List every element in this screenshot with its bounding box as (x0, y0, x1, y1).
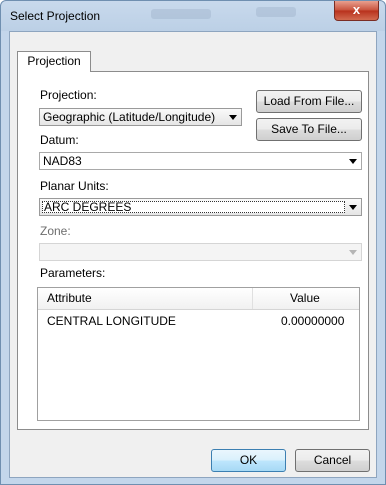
parameters-grid[interactable]: Attribute Value CENTRAL LONGITUDE 0.0000… (37, 287, 360, 421)
grid-header: Attribute Value (38, 288, 359, 310)
ok-button[interactable]: OK (211, 449, 286, 472)
row-value: 0.00000000 (281, 314, 345, 328)
projection-dropdown[interactable]: Geographic (Latitude/Longitude) (39, 108, 242, 126)
close-button[interactable]: x (334, 1, 379, 21)
cancel-button[interactable]: Cancel (295, 449, 370, 472)
table-row[interactable]: CENTRAL LONGITUDE 0.00000000 (38, 313, 359, 331)
datum-value: NAD83 (43, 154, 82, 168)
projection-value: Geographic (Latitude/Longitude) (43, 110, 216, 124)
column-header-value[interactable]: Value (290, 291, 320, 305)
zone-dropdown[interactable] (39, 243, 362, 261)
chevron-down-icon (349, 250, 357, 255)
tab-projection[interactable]: Projection (17, 51, 91, 72)
planar-units-label: Planar Units: (40, 179, 109, 193)
parameters-label: Parameters: (40, 266, 106, 280)
row-attribute: CENTRAL LONGITUDE (47, 314, 176, 328)
title-bar[interactable]: Select Projection x (1, 1, 385, 31)
projection-label: Projection: (40, 88, 97, 102)
titlebar-background-blur (151, 9, 211, 19)
datum-label: Datum: (40, 133, 79, 147)
titlebar-background-blur-2 (256, 7, 296, 17)
chevron-down-icon (229, 115, 237, 120)
save-to-file-button[interactable]: Save To File... (256, 118, 362, 141)
datum-dropdown[interactable]: NAD83 (39, 152, 362, 170)
column-header-attribute-label: Attribute (47, 291, 92, 305)
chevron-down-icon (349, 205, 357, 210)
planar-units-dropdown[interactable]: ARC DEGREES (39, 198, 362, 216)
planar-units-value: ARC DEGREES (42, 201, 345, 213)
window-title: Select Projection (10, 9, 101, 23)
chevron-down-icon (349, 159, 357, 164)
column-header-attribute[interactable]: Attribute (38, 288, 253, 309)
zone-label: Zone: (40, 224, 71, 238)
load-from-file-button[interactable]: Load From File... (256, 90, 362, 113)
